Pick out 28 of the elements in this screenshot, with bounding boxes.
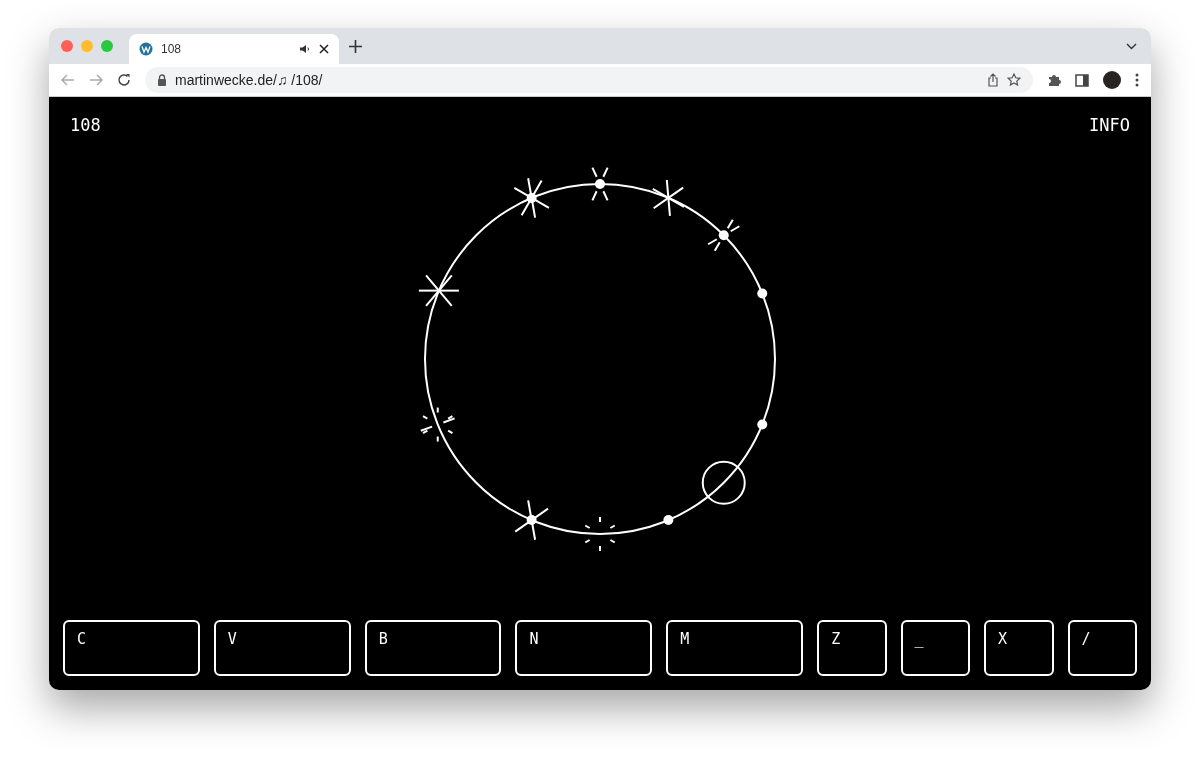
browser-tab[interactable]: 108 <box>129 34 339 64</box>
new-tab-icon[interactable] <box>349 39 362 53</box>
page-title: 108 <box>70 115 101 137</box>
key-button[interactable]: V <box>213 620 351 676</box>
lock-icon <box>157 74 167 86</box>
profile-avatar[interactable] <box>1103 71 1121 89</box>
share-icon[interactable] <box>987 73 999 87</box>
key-button[interactable]: M <box>666 620 804 676</box>
puzzle-icon[interactable] <box>1047 73 1061 87</box>
key-button[interactable]: C <box>63 620 200 676</box>
menu-icon[interactable] <box>1135 73 1139 87</box>
site-logo-icon <box>139 42 153 56</box>
key-button[interactable]: X <box>984 620 1054 676</box>
key-button[interactable]: Z <box>817 620 887 676</box>
key-button[interactable]: B <box>364 620 502 676</box>
star-icon[interactable] <box>1007 73 1021 87</box>
key-button[interactable]: _ <box>900 620 971 676</box>
key-button[interactable]: / <box>1067 620 1137 676</box>
tab-title: 108 <box>161 42 183 56</box>
address-bar[interactable]: martinwecke.de/♫ /108/ <box>145 67 1033 93</box>
speaker-icon[interactable] <box>299 44 311 54</box>
info-link[interactable]: INFO <box>1089 115 1130 155</box>
side-panel-icon[interactable] <box>1075 73 1089 87</box>
url-text: martinwecke.de/♫ /108/ <box>175 72 324 88</box>
close-tab-icon[interactable] <box>319 44 329 54</box>
key-button[interactable]: N <box>515 620 653 676</box>
chevron-down-icon[interactable] <box>1126 42 1137 50</box>
reload-icon[interactable] <box>117 73 131 87</box>
